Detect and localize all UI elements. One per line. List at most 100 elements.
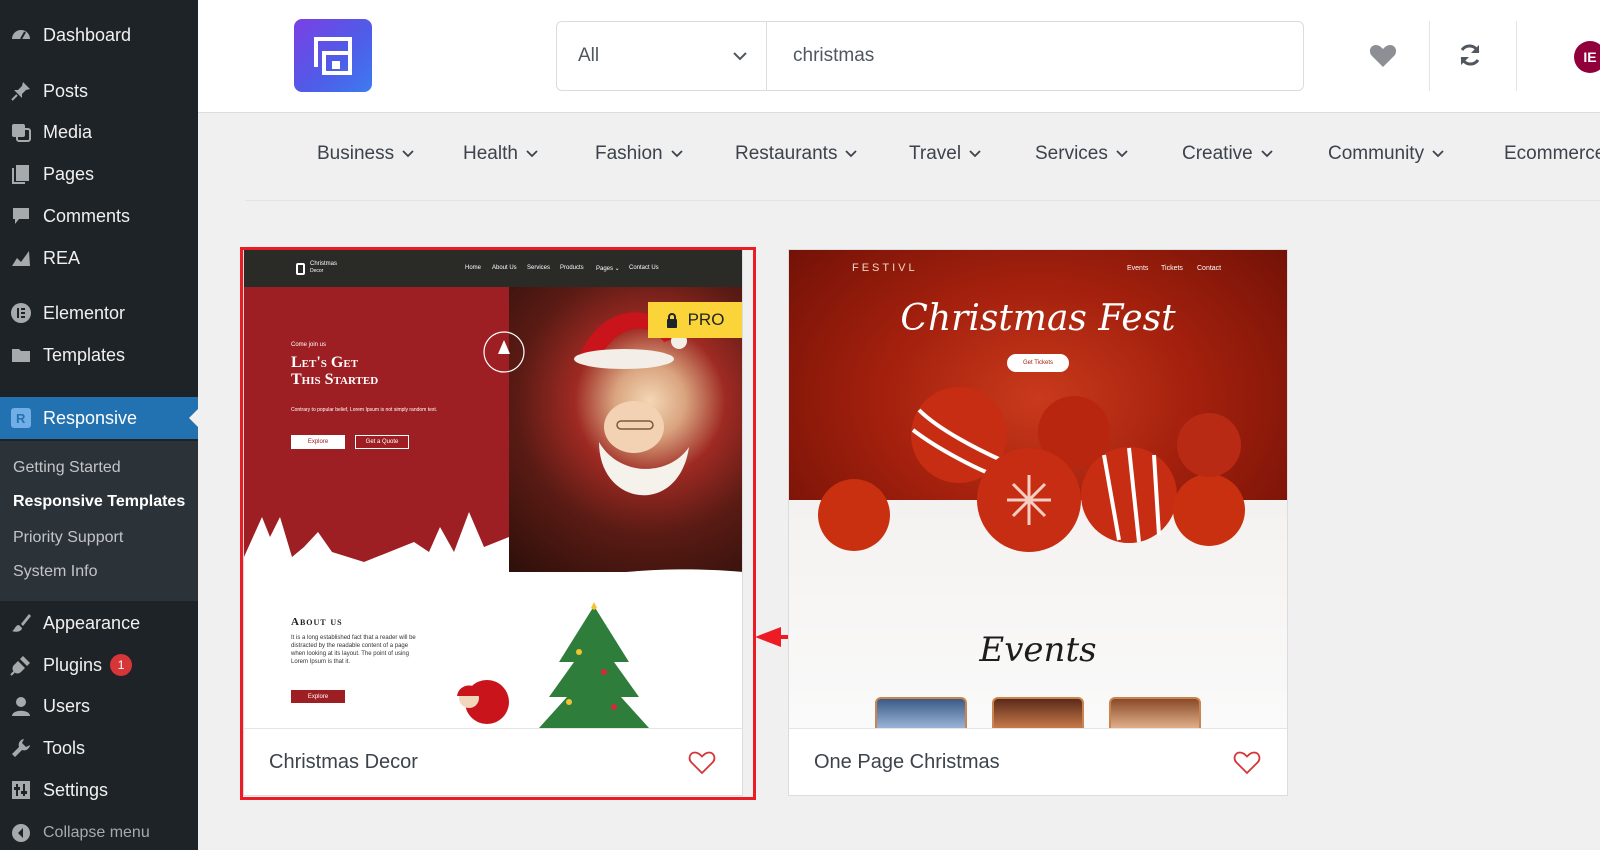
menu-users[interactable]: Users — [0, 685, 198, 727]
pro-label: PRO — [687, 310, 725, 329]
menu-rea-label: REA — [43, 247, 81, 268]
preview-nav-item: Contact Us — [629, 265, 659, 271]
current-menu-arrow — [189, 409, 198, 427]
submenu-getting-started[interactable]: Getting Started — [13, 459, 121, 477]
menu-tools[interactable]: Tools — [0, 727, 198, 769]
wrench-icon — [10, 737, 32, 759]
submenu-priority-support[interactable]: Priority Support — [13, 529, 123, 547]
template-preview[interactable]: Christmas Decor Home About Us Services P… — [244, 250, 742, 728]
preview-eyebrow: Come join us — [291, 342, 327, 348]
collapse-menu-label: Collapse menu — [43, 824, 150, 841]
template-card[interactable]: FESTIVL Events Tickets Contact Christmas… — [788, 249, 1288, 796]
svg-text:R: R — [16, 411, 26, 426]
chevron-down-icon — [670, 150, 683, 158]
preview-headline: Christmas Fest — [900, 298, 1176, 339]
preview-about-section: About us It is a long established fact t… — [244, 569, 742, 728]
pin-icon — [10, 80, 32, 102]
preview-quote-button: Get a Quote — [355, 435, 409, 449]
sync-button[interactable] — [1442, 27, 1498, 83]
folder-icon — [10, 344, 32, 366]
menu-settings-label: Settings — [43, 779, 109, 800]
menu-appearance[interactable]: Appearance — [0, 602, 198, 644]
preview-events-title: Events — [979, 630, 1097, 670]
santa-beard-icon — [599, 401, 689, 496]
preview-nav-item: Home — [465, 265, 482, 271]
category-business[interactable]: Business — [317, 143, 414, 165]
menu-templates[interactable]: Templates — [0, 334, 198, 376]
category-label: Fashion — [595, 143, 663, 164]
category-fashion[interactable]: Fashion — [595, 143, 683, 165]
chart-icon — [10, 247, 32, 269]
menu-pages-label: Pages — [43, 163, 95, 184]
lock-icon — [666, 312, 677, 328]
chevron-down-icon — [526, 150, 538, 158]
favorite-button[interactable] — [688, 750, 716, 775]
menu-plugins-label: Plugins — [43, 654, 103, 675]
festive-seal-icon — [483, 331, 525, 373]
preview-hero-panel: Come join us Let's Get This Started Cont… — [244, 287, 509, 572]
preview-brand: FESTIVL — [852, 262, 918, 274]
template-title: One Page Christmas — [814, 751, 1000, 773]
menu-media[interactable]: Media — [0, 111, 198, 153]
category-travel[interactable]: Travel — [909, 143, 981, 165]
elementor-button[interactable]: IE — [1574, 41, 1600, 73]
preview-event-thumb — [992, 697, 1084, 728]
menu-responsive-label: Responsive — [43, 407, 138, 428]
comments-icon — [10, 205, 32, 227]
heart-outline-icon — [688, 751, 716, 775]
category-creative[interactable]: Creative — [1182, 143, 1273, 165]
template-card[interactable]: Christmas Decor Home About Us Services P… — [243, 249, 743, 796]
preview-body: Contrary to popular belief, Lorem Ipsum … — [291, 407, 438, 413]
responsive-logo — [294, 19, 372, 92]
preview-brand: Christmas — [310, 261, 338, 267]
pages-icon — [10, 163, 32, 185]
favorites-button[interactable] — [1355, 27, 1411, 83]
favorite-button[interactable] — [1233, 750, 1261, 775]
preview-about-title: About us — [291, 616, 343, 628]
category-restaurants[interactable]: Restaurants — [735, 143, 858, 165]
responsive-icon: R — [10, 407, 32, 429]
menu-elementor[interactable]: Elementor — [0, 292, 198, 334]
menu-plugins[interactable]: Plugins 1 — [0, 644, 198, 686]
menu-responsive[interactable]: R Responsive — [0, 397, 198, 439]
collapse-menu-button[interactable]: Collapse menu — [0, 812, 198, 850]
menu-comments[interactable]: Comments — [0, 195, 198, 237]
preview-logo-icon — [296, 262, 305, 275]
menu-dashboard[interactable]: Dashboard — [0, 14, 198, 56]
brush-icon — [10, 612, 32, 634]
ornaments-illustration — [818, 387, 1245, 552]
category-health[interactable]: Health — [463, 143, 538, 165]
chevron-down-icon — [732, 51, 748, 61]
template-card-footer: Christmas Decor — [244, 728, 742, 796]
menu-users-label: Users — [43, 695, 91, 716]
menu-rea[interactable]: REA — [0, 237, 198, 279]
update-count-badge: 1 — [110, 654, 133, 676]
preview-navbar: Christmas Decor Home About Us Services P… — [244, 250, 742, 287]
preview-nav-item: Tickets — [1161, 265, 1183, 272]
category-label: Restaurants — [735, 143, 838, 164]
category-ecommerce[interactable]: Ecommerce — [1504, 143, 1600, 165]
menu-elementor-label: Elementor — [43, 302, 126, 323]
user-icon — [10, 695, 32, 717]
menu-templates-label: Templates — [43, 344, 126, 365]
category-label: Health — [463, 143, 518, 164]
preview-brand-sub: Decor — [310, 268, 324, 274]
menu-tools-label: Tools — [43, 737, 86, 758]
menu-settings[interactable]: Settings — [0, 769, 198, 811]
submenu-responsive-templates[interactable]: Responsive Templates — [13, 493, 185, 511]
category-label: Ecommerce — [1504, 143, 1600, 164]
category-community[interactable]: Community — [1328, 143, 1444, 165]
category-nav: Business Health Fashion Restaurants Trav… — [245, 113, 1600, 201]
category-select[interactable]: All — [556, 21, 766, 91]
menu-pages[interactable]: Pages — [0, 153, 198, 195]
template-preview[interactable]: FESTIVL Events Tickets Contact Christmas… — [789, 250, 1287, 728]
elementor-icon — [10, 302, 32, 324]
menu-posts[interactable]: Posts — [0, 70, 198, 112]
submenu-system-info[interactable]: System Info — [13, 563, 97, 581]
category-label: Community — [1328, 143, 1425, 164]
header-divider — [1516, 21, 1517, 91]
category-services[interactable]: Services — [1035, 143, 1128, 165]
chevron-down-icon — [1116, 150, 1128, 158]
preview-nav-item: Events — [1127, 265, 1149, 272]
search-input[interactable] — [766, 21, 1304, 91]
